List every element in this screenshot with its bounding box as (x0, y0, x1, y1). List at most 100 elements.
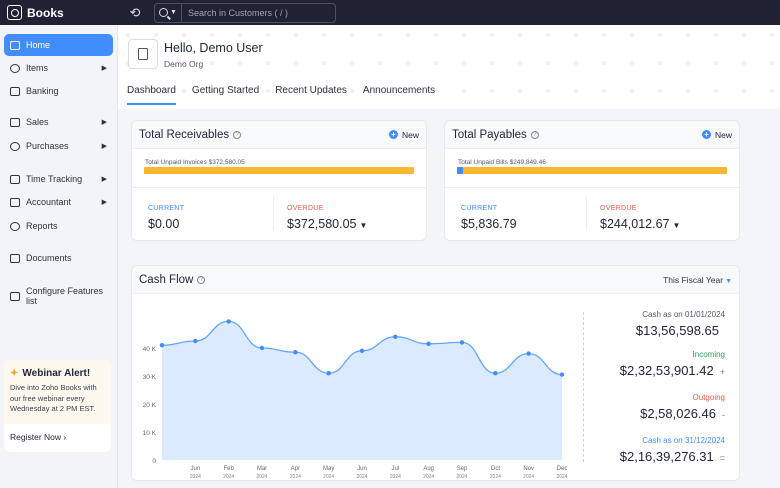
sidebar-item-label: Items (26, 63, 49, 73)
x-tick-year: 2024 (390, 474, 401, 480)
summary-label: Incoming (692, 350, 725, 359)
receivables-progress-bar (144, 167, 414, 174)
sidebar-item-label: Reports (26, 221, 58, 231)
current-amount[interactable]: $0.00 (148, 217, 179, 231)
sidebar-item-label: Sales (26, 117, 49, 127)
period-dropdown[interactable]: This Fiscal Year ▼ (663, 275, 732, 285)
unpaid-total: Total Unpaid Bills $249,849.46 (458, 159, 546, 166)
app-brand[interactable]: Books (0, 5, 120, 20)
y-tick-label: 40 K (143, 346, 157, 353)
sidebar-item-reports[interactable]: Reports (4, 215, 113, 237)
sidebar-item-home[interactable]: Home (4, 34, 113, 56)
help-icon[interactable]: ? (197, 275, 206, 284)
sidebar-sales-icon (10, 117, 20, 127)
x-tick-year: 2024 (456, 474, 467, 480)
sidebar: Home Items ▶ Banking Sales ▶ Purchases ▶ Time Tr… (0, 25, 118, 488)
sidebar-item-accountant[interactable]: Accountant ▶ (4, 191, 113, 213)
help-icon[interactable]: ? (233, 130, 242, 139)
data-point (493, 371, 498, 376)
sidebar-configure-icon (10, 291, 20, 301)
current-amount[interactable]: $5,836.79 (461, 217, 517, 231)
sidebar-item-documents[interactable]: Documents (4, 247, 113, 269)
sidebar-home-icon (10, 40, 20, 50)
sidebar-item-label: Home (26, 40, 51, 50)
cash-summary-item: Cash as on 01/01/2024 $13,56,598.65 (636, 310, 725, 338)
search-icon (159, 8, 168, 17)
x-tick-year: 2024 (323, 474, 334, 480)
data-point (359, 348, 365, 353)
x-tick-month: Oct (491, 466, 501, 472)
x-tick-month: Dec (557, 466, 568, 472)
x-tick-month: Mar (257, 466, 267, 472)
sidebar-item-sales[interactable]: Sales ▶ (4, 111, 113, 133)
x-tick-year: 2024 (423, 474, 434, 480)
summary-label: Cash as on 01/01/2024 (642, 310, 725, 319)
summary-label: Cash as on 31/12/2024 (642, 436, 725, 445)
plus-icon: + (388, 130, 398, 139)
summary-label: Outgoing (692, 393, 725, 402)
new-label: New (714, 129, 732, 140)
sidebar-item-time-tracking[interactable]: Time Tracking ▶ (4, 168, 113, 190)
sidebar-purchases-icon (10, 141, 20, 151)
data-point (559, 372, 565, 377)
chevron-right-icon: ▶ (101, 143, 107, 150)
search-input[interactable] (181, 7, 322, 18)
tab-recent-updates[interactable]: Recent Updates (275, 83, 347, 105)
data-point (459, 340, 465, 345)
y-tick-label: 20 K (143, 402, 157, 409)
summary-sign: - (722, 410, 725, 420)
search-bar[interactable]: ▼ (154, 2, 336, 23)
x-tick-year: 2024 (290, 474, 301, 480)
chevron-right-icon: ▶ (101, 65, 107, 72)
data-point (193, 338, 198, 344)
sidebar-item-configure-features-list[interactable]: Configure Features list (4, 285, 113, 307)
x-tick-year: 2024 (190, 474, 201, 480)
help-icon[interactable]: ? (530, 130, 539, 139)
sidebar-items-icon (10, 63, 20, 73)
cash-flow-card: Cash Flow? This Fiscal Year ▼ 0 10 K 20 K 30… (131, 265, 740, 481)
greeting: Hello, Demo User (164, 41, 263, 55)
tab-getting-started[interactable]: Getting Started (192, 83, 259, 105)
sidebar-item-label: Purchases (26, 141, 69, 151)
x-tick-year: 2024 (256, 474, 267, 480)
x-tick-month: Feb (223, 466, 234, 472)
x-tick-month: Nov (523, 466, 534, 472)
sidebar-item-purchases[interactable]: Purchases ▶ (4, 135, 113, 157)
overdue-label: OVERDUE (287, 205, 324, 212)
sidebar-documents-icon (10, 253, 20, 263)
top-bar: Books ⟲ ▼ (0, 0, 780, 25)
data-point (426, 341, 431, 346)
card-title: Cash Flow (139, 273, 194, 286)
sidebar-item-items[interactable]: Items ▶ (4, 57, 113, 79)
chevron-down-icon: ▼ (672, 221, 681, 230)
sidebar-item-banking[interactable]: Banking (4, 80, 113, 102)
webinar-text: Dive into Zoho Books with our free webin… (10, 383, 97, 413)
register-now-link[interactable]: Register Now › (10, 432, 105, 442)
tab-announcements[interactable]: Announcements (363, 83, 435, 105)
x-tick-year: 2024 (490, 474, 501, 480)
tab-dashboard[interactable]: Dashboard (127, 83, 176, 105)
current-label: CURRENT (148, 205, 185, 212)
x-tick-month: Aug (423, 466, 434, 472)
data-point (226, 319, 231, 324)
summary-value: $2,32,53,901.42 + (619, 363, 725, 378)
x-tick-year: 2024 (356, 474, 367, 480)
summary-sign: = (719, 453, 725, 463)
recent-history-icon[interactable]: ⟲ (120, 5, 150, 21)
building-icon (138, 48, 148, 60)
summary-value: $2,58,026.46- (640, 406, 725, 421)
payables-progress-bar (457, 167, 727, 174)
overdue-amount[interactable]: $372,580.05 ▼ (287, 217, 367, 231)
overdue-amount[interactable]: $244,012.67 ▼ (600, 217, 680, 231)
org-avatar[interactable] (128, 39, 158, 69)
x-tick-year: 2024 (523, 474, 534, 480)
x-tick-month: Jun (190, 466, 200, 472)
new-bill-button[interactable]: + New (701, 129, 732, 140)
main-content: Hello, Demo User Demo Org Dashboard Gett… (118, 25, 780, 488)
card-title: Total Receivables (139, 128, 230, 141)
new-invoice-button[interactable]: + New (388, 130, 419, 140)
x-tick-year: 2024 (223, 474, 234, 480)
x-tick-month: Sep (457, 466, 468, 472)
search-module-dropdown[interactable]: ▼ (155, 3, 182, 22)
cash-summary-item: Outgoing $2,58,026.46- (640, 393, 725, 421)
